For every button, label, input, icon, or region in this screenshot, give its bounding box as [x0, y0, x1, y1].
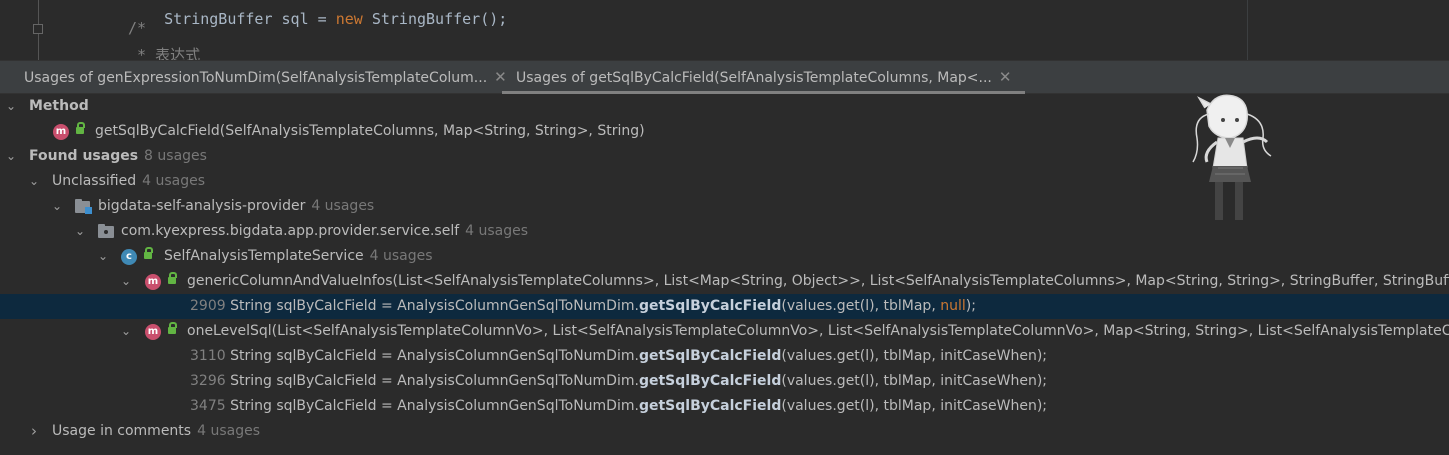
public-access-icon [144, 247, 153, 259]
usage-line[interactable]: 3110 String sqlByCalcField = AnalysisCol… [0, 344, 1449, 369]
line-number: 3296 [190, 373, 226, 389]
usage-match: getSqlByCalcField [638, 398, 782, 414]
node-label: bigdata-self-analysis-provider [98, 198, 306, 214]
usage-count: 4 usages [369, 248, 433, 264]
node-label: com.kyexpress.bigdata.app.provider.servi… [121, 223, 460, 239]
method-icon: m [53, 124, 69, 140]
fold-marker[interactable] [33, 24, 43, 34]
usage-code: (values.get(l), tblMap, initCaseWhen); [781, 398, 1048, 414]
usage-count: 4 usages [311, 198, 375, 214]
usage-line[interactable]: 2909 String sqlByCalcField = AnalysisCol… [0, 294, 1449, 319]
usage-code: (values.get(l), tblMap, [781, 298, 941, 314]
method-icon: m [145, 274, 161, 290]
line-number: 3110 [190, 348, 226, 364]
node-label: getSqlByCalcField(SelfAnalysisTemplateCo… [95, 123, 645, 139]
anime-mascot-image [1192, 94, 1272, 220]
chevron-right-icon[interactable]: › [27, 419, 41, 444]
usage-code: String sqlByCalcField = AnalysisColumnGe… [230, 348, 639, 364]
public-access-icon [76, 122, 85, 134]
code-text: StringBuffer(); [362, 10, 508, 28]
node-label: Found usages [29, 148, 139, 164]
usage-code: (values.get(l), tblMap, initCaseWhen); [781, 373, 1048, 389]
node-label: oneLevelSql(List<SelfAnalysisTemplateCol… [187, 323, 1449, 339]
tab-usages-getsqlbycalcfield[interactable]: Usages of getSqlByCalcField(SelfAnalysis… [502, 61, 1026, 94]
usage-code: String sqlByCalcField = AnalysisColumnGe… [230, 398, 639, 414]
usage-count: 4 usages [197, 423, 260, 439]
code-keyword: new [335, 10, 363, 28]
node-label: SelfAnalysisTemplateService [164, 248, 364, 264]
usage-keyword: null [940, 298, 966, 314]
usage-code: String sqlByCalcField = AnalysisColumnGe… [230, 373, 639, 389]
tree-node-class[interactable]: ⌄ c SelfAnalysisTemplateService 4 usages [0, 244, 1449, 269]
package-icon [98, 224, 115, 239]
usage-count: 4 usages [142, 173, 205, 189]
code-line: * 表达式 [128, 46, 201, 60]
chevron-down-icon[interactable]: ⌄ [96, 244, 110, 269]
usage-count: 8 usages [144, 148, 207, 164]
tree-node-usage-in-comments[interactable]: › Usage in comments 4 usages [0, 419, 1449, 444]
public-access-icon [168, 272, 177, 284]
method-icon: m [145, 324, 161, 340]
line-number: 3475 [190, 398, 226, 414]
public-access-icon [168, 322, 177, 334]
tab-label: Usages of getSqlByCalcField(SelfAnalysis… [516, 70, 992, 86]
node-label: Unclassified [52, 173, 137, 189]
chevron-down-icon[interactable]: ⌄ [119, 269, 133, 294]
usage-code: (values.get(l), tblMap, initCaseWhen); [781, 348, 1048, 364]
tree-node-usage-method[interactable]: ⌄ m genericColumnAndValueInfos(List<Self… [0, 269, 1449, 294]
usage-match: getSqlByCalcField [638, 373, 782, 389]
code-line: StringBuffer sql = new StringBuffer(); [128, 0, 507, 46]
node-label: Usage in comments [52, 423, 192, 439]
usage-code: ); [965, 298, 976, 314]
chevron-down-icon[interactable]: ⌄ [50, 194, 64, 219]
usage-match: getSqlByCalcField [638, 298, 782, 314]
tab-usages-genexpression[interactable]: Usages of genExpressionToNumDim(SelfAnal… [24, 61, 507, 94]
chevron-down-icon[interactable]: ⌄ [119, 319, 133, 344]
right-margin-guide [1247, 0, 1248, 60]
code-editor[interactable]: StringBuffer sql = new StringBuffer(); /… [0, 0, 1449, 60]
usage-match: getSqlByCalcField [638, 348, 782, 364]
line-number: 2909 [190, 298, 226, 314]
tree-node-usage-method[interactable]: ⌄ m oneLevelSql(List<SelfAnalysisTemplat… [0, 319, 1449, 344]
usage-code: String sqlByCalcField = AnalysisColumnGe… [230, 298, 639, 314]
code-line: /* [128, 19, 147, 37]
chevron-down-icon[interactable]: ⌄ [4, 94, 18, 119]
close-icon[interactable]: ✕ [999, 68, 1012, 86]
usages-tabbar: Usages of genExpressionToNumDim(SelfAnal… [0, 60, 1449, 94]
chevron-down-icon[interactable]: ⌄ [73, 219, 87, 244]
class-icon: c [121, 249, 137, 265]
module-icon [75, 199, 92, 214]
usage-count: 4 usages [465, 223, 529, 239]
usage-line[interactable]: 3296 String sqlByCalcField = AnalysisCol… [0, 369, 1449, 394]
code-text: StringBuffer sql = [164, 10, 336, 28]
node-label: Method [29, 98, 89, 114]
chevron-down-icon[interactable]: ⌄ [4, 144, 18, 169]
chevron-down-icon[interactable]: ⌄ [27, 169, 41, 194]
tab-label: Usages of genExpressionToNumDim(SelfAnal… [24, 70, 488, 86]
node-label: genericColumnAndValueInfos(List<SelfAnal… [187, 273, 1449, 289]
usage-line[interactable]: 3475 String sqlByCalcField = AnalysisCol… [0, 394, 1449, 419]
